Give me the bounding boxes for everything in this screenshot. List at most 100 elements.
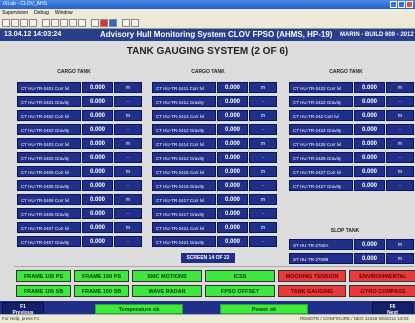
tank-label[interactable]: CT HU-TR-2405 Corr lvl (17, 166, 81, 177)
tank-unit: - (114, 208, 142, 219)
tank-row: CT HU-TR-2406 Gravity 0.000- (17, 208, 142, 219)
tank-label[interactable]: CT HU-TR-2417 Gravity (152, 208, 216, 219)
tank-label[interactable]: CT HU-TR-2401 Corr lvl (17, 82, 81, 93)
tank-label[interactable]: CT HU-TR-2406 Gravity (17, 208, 81, 219)
tank-label[interactable]: CT HU-TR-2403 Gravity (17, 152, 81, 163)
tank-label[interactable]: CT HU-TR-2402 Corr lvl (17, 110, 81, 121)
close-icon[interactable] (406, 1, 413, 8)
tank-value: 0.000 (354, 138, 385, 149)
nav-button-fpso-offset[interactable]: FPSO OFFSET (205, 285, 275, 297)
nav-button-frame-105-ps[interactable]: FRAME 105 PS (16, 270, 71, 282)
tank-label[interactable]: CT HU-TR-2405 Gravity (17, 180, 81, 191)
nav-button-gyro-compass[interactable]: GYRO COMPASS (349, 285, 415, 297)
tank-label[interactable]: CT HU-TR-2406 Corr lvl (17, 194, 81, 205)
window-titlebar: iXLab - CLOV_AHS (0, 0, 415, 9)
tank-label[interactable]: CT HU-TR-2424 Gravity (289, 124, 353, 135)
tank-value: 0.000 (354, 239, 385, 250)
nav-button-icss[interactable]: ICSS (205, 270, 275, 282)
tank-value: 0.000 (82, 96, 113, 107)
tank-row: CT HU-TR-2406 Corr lvl 0.000 m (17, 194, 142, 205)
open-icon[interactable] (11, 18, 19, 27)
menu-bar: Supervision Debug Window (0, 9, 415, 17)
tank-label[interactable]: CT HU-TR-2427 Gravity (289, 180, 353, 191)
tank-unit: m (249, 110, 277, 121)
header-title: Advisory Hull Monitoring System CLOV FPS… (100, 30, 333, 39)
tank-label[interactable]: CT HU-TR-2412 Gravity (152, 124, 216, 135)
tank-label[interactable]: CT HU-TR-2403 Corr lvl (17, 138, 81, 149)
maximize-icon[interactable] (398, 1, 405, 8)
grid-icon[interactable] (69, 18, 77, 27)
tank-value: 0.000 (354, 180, 385, 191)
help-icon[interactable] (131, 18, 139, 27)
nav-button-frame-105-sb[interactable]: FRAME 105 SB (16, 285, 71, 297)
tank-unit: m (114, 222, 142, 233)
menu-debug[interactable]: Debug (34, 9, 49, 17)
print-icon[interactable] (29, 18, 37, 27)
nav-button-smc-motions[interactable]: SMC MOTIONS (132, 270, 202, 282)
save-icon[interactable] (20, 18, 28, 27)
build-label: MARIN - BUILD 609 - 2012 (340, 32, 414, 38)
menu-window[interactable]: Window (55, 9, 73, 17)
tank-label[interactable]: CT HU-TR-2414 Corr lvl (152, 138, 216, 149)
tank-label[interactable]: CT HU-TR-2426 Corr lvl (289, 138, 353, 149)
tank-row: CT HU-TR-2412 Gravity 0.000- (152, 124, 277, 135)
tank-value: 0.000 (217, 222, 248, 233)
tank-label[interactable]: CT HU-TR-2422 Gravity (289, 96, 353, 107)
column-header-left: CARGO TANK (57, 69, 91, 75)
tank-label[interactable]: CT HU-TR-2414 Gravity (152, 152, 216, 163)
tank-label[interactable]: ST HU-TR-2750B (289, 253, 353, 264)
nav-button-environmental[interactable]: ENVIRONMENTAL (349, 270, 415, 282)
nav-button-mooring-tension[interactable]: MOORING TENSION (278, 270, 346, 282)
tank-row: CT HU-TR-2414 Corr lvl 0.000 m (152, 138, 277, 149)
nav-button-tank-gauging[interactable]: TANK GAUGING (278, 285, 346, 297)
tank-label[interactable]: CT HU-TR-2417 Corr lvl (152, 194, 216, 205)
tank-value: 0.000 (217, 96, 248, 107)
tank-label[interactable]: CT HU-TR-2411 Corr lvl (152, 82, 216, 93)
tank-label[interactable]: CT HU-TR-2407 Gravity (17, 236, 81, 247)
record-icon[interactable] (109, 18, 117, 27)
tank-unit: - (114, 180, 142, 191)
tank-unit: m (386, 239, 414, 250)
tank-label[interactable]: CT HU-TR-2416 Corr lvl (152, 166, 216, 177)
nav-button-wave-radar[interactable]: WAVE RADAR (132, 285, 202, 297)
tank-value: 0.000 (82, 208, 113, 219)
paste-icon[interactable] (60, 18, 68, 27)
tank-label[interactable]: CT HU-TR-2407 Corr lvl (17, 222, 81, 233)
new-icon[interactable] (2, 18, 10, 27)
tank-row: CT HU-TR-2421 Gravity 0.000- (152, 236, 277, 247)
tank-row: CT HU-TR-2427 Corr lvl 0.000 m (289, 166, 414, 177)
tank-label[interactable]: CT HU-TR-2421 Gravity (152, 236, 216, 247)
tank-value: 0.000 (217, 82, 248, 93)
status-info-text: REMOTE / CONFIGURE / NEO 12348 5/6/2012 … (300, 316, 409, 321)
nav-button-frame-150-ps[interactable]: FRAME 150 PS (74, 270, 129, 282)
nav-button-frame-150-sb[interactable]: FRAME 150 SB (74, 285, 129, 297)
tank-value: 0.000 (354, 124, 385, 135)
tank-unit: m (386, 110, 414, 121)
menu-supervision[interactable]: Supervision (2, 9, 28, 17)
tank-unit: m (386, 253, 414, 264)
tank-label[interactable]: CT HU-TR-2416 Gravity (152, 180, 216, 191)
minimize-icon[interactable] (390, 1, 397, 8)
tank-label[interactable]: CT HU-TR-2421 Corr lvl (152, 222, 216, 233)
tank-row: CT HU-TR-2407 Corr lvl 0.000 m (17, 222, 142, 233)
tank-label[interactable]: CT HU-TR-2426 Gravity (289, 152, 353, 163)
zoom-icon[interactable] (122, 18, 130, 27)
tank-row: CT HU-TR-2405 Corr lvl 0.000 m (17, 166, 142, 177)
stop-icon[interactable] (100, 18, 108, 27)
tank-label[interactable]: ST HU-TR-2750A (289, 239, 353, 250)
column-header-middle: CARGO TANK (191, 69, 225, 75)
tank-label[interactable]: CT HU-TR-2412 Corr lvl (152, 110, 216, 121)
cut-icon[interactable] (42, 18, 50, 27)
tank-label[interactable]: CT HU-TR-2422 Corr lvl (289, 82, 353, 93)
tank-label[interactable]: CT HU-TR-242 Corr lvl (289, 110, 353, 121)
table-icon[interactable] (78, 18, 86, 27)
back-icon[interactable] (91, 18, 99, 27)
tank-label[interactable]: CT HU-TR-2427 Corr lvl (289, 166, 353, 177)
tank-label[interactable]: CT HU-TR-2402 Gravity (17, 124, 81, 135)
tank-label[interactable]: CT HU-TR-2401 Gravity (17, 96, 81, 107)
tank-unit: m (249, 194, 277, 205)
tank-label[interactable]: CT HU-TR-2411 Gravity (152, 96, 216, 107)
tank-row: CT HU-TR-2405 Gravity 0.000- (17, 180, 142, 191)
copy-icon[interactable] (51, 18, 59, 27)
tank-value: 0.000 (82, 152, 113, 163)
